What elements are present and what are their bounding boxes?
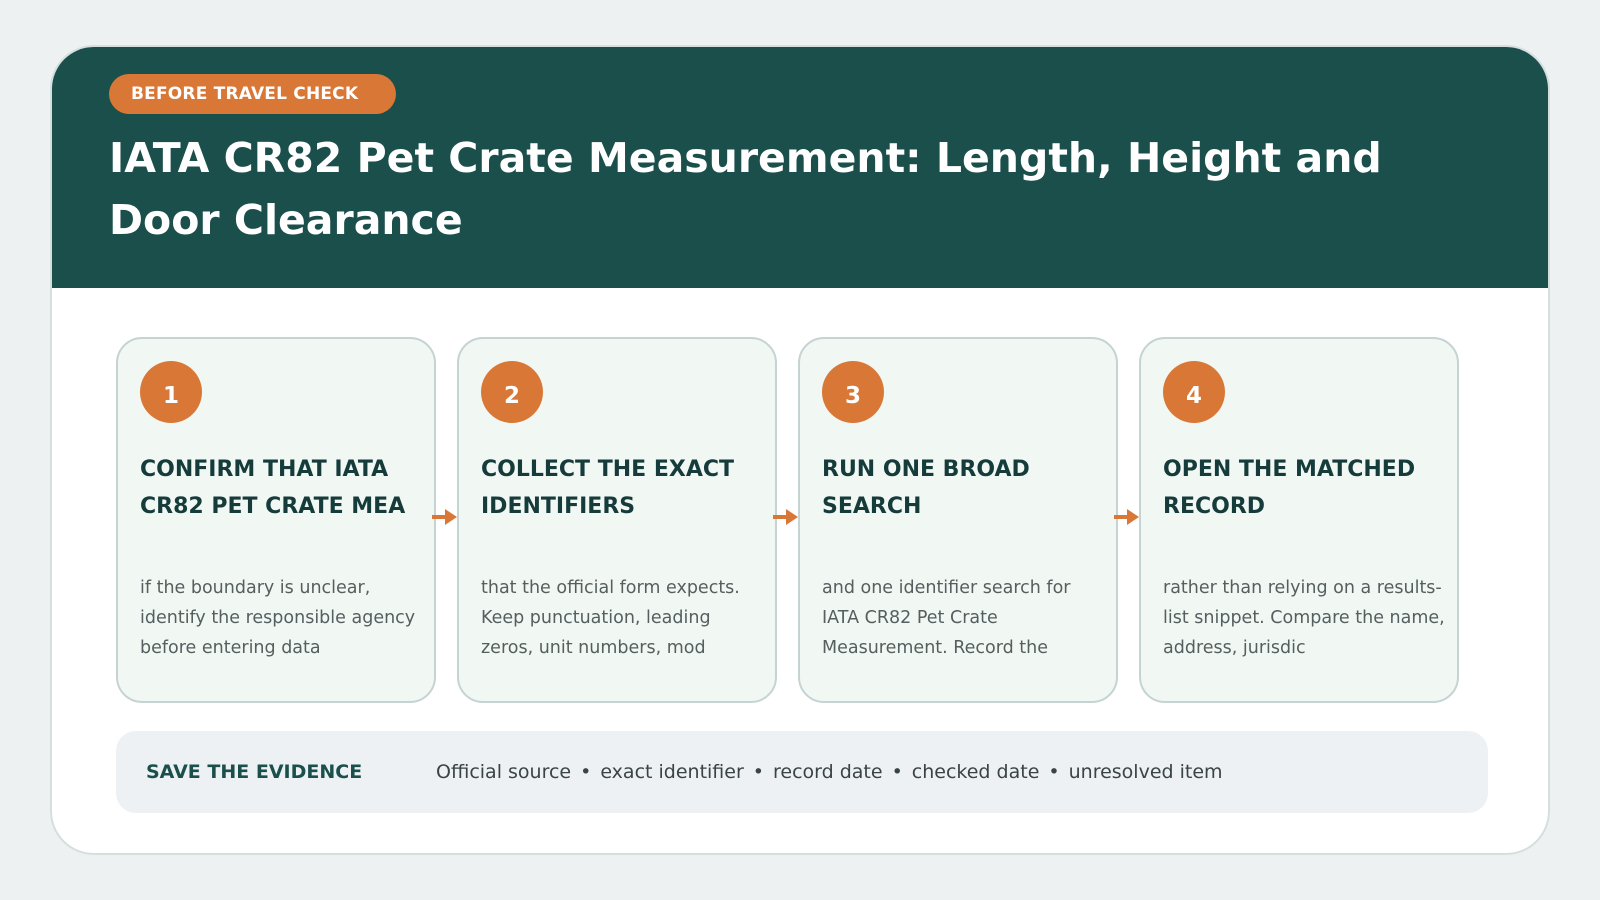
bullet-separator: •: [1048, 761, 1060, 783]
checklist-card: BEFORE TRAVEL CHECK IATA CR82 Pet Crate …: [50, 45, 1550, 855]
step-card-1: 1 CONFIRM THAT IATA CR82 PET CRATE MEA i…: [116, 337, 436, 703]
evidence-items: Official source • exact identifier • record …: [436, 731, 1223, 813]
evidence-item: exact identifier: [600, 761, 744, 783]
step-number-badge: 1: [140, 361, 202, 423]
step-title: COLLECT THE EXACT IDENTIFIERS: [481, 457, 734, 519]
step-title: RUN ONE BROAD SEARCH: [822, 457, 1030, 519]
steps-row: 1 CONFIRM THAT IATA CR82 PET CRATE MEA i…: [116, 337, 1488, 703]
step-title: OPEN THE MATCHED RECORD: [1163, 457, 1416, 519]
step-card-2: 2 COLLECT THE EXACT IDENTIFIERS that the…: [457, 337, 777, 703]
evidence-item: unresolved item: [1068, 761, 1223, 783]
arrow-right-icon: [1114, 509, 1139, 525]
evidence-label: SAVE THE EVIDENCE: [146, 761, 363, 783]
page-title: IATA CR82 Pet Crate Measurement: Length,…: [109, 134, 1382, 244]
arrow-right-icon: [773, 509, 798, 525]
evidence-item: record date: [773, 761, 883, 783]
step-description: if the boundary is unclear, identify the…: [140, 578, 416, 658]
step-description: rather than relying on a results-list sn…: [1163, 578, 1445, 658]
step-number-badge: 2: [481, 361, 543, 423]
evidence-panel: SAVE THE EVIDENCE Official source • exact …: [116, 731, 1488, 813]
arrow-right-icon: [432, 509, 457, 525]
evidence-item: Official source: [436, 761, 572, 783]
bullet-separator: •: [580, 761, 592, 783]
step-description: and one identifier search for IATA CR82 …: [822, 578, 1071, 658]
step-card-3: 3 RUN ONE BROAD SEARCH and one identifie…: [798, 337, 1118, 703]
bullet-separator: •: [752, 761, 764, 783]
step-description: that the official form expects. Keep pun…: [481, 578, 740, 658]
category-badge: BEFORE TRAVEL CHECK: [109, 74, 396, 114]
step-title: CONFIRM THAT IATA CR82 PET CRATE MEA: [140, 457, 406, 519]
step-card-4: 4 OPEN THE MATCHED RECORD rather than re…: [1139, 337, 1459, 703]
step-number-badge: 3: [822, 361, 884, 423]
bullet-separator: •: [891, 761, 903, 783]
step-number-badge: 4: [1163, 361, 1225, 423]
evidence-item: checked date: [911, 761, 1040, 783]
header-banner: BEFORE TRAVEL CHECK IATA CR82 Pet Crate …: [52, 47, 1548, 288]
